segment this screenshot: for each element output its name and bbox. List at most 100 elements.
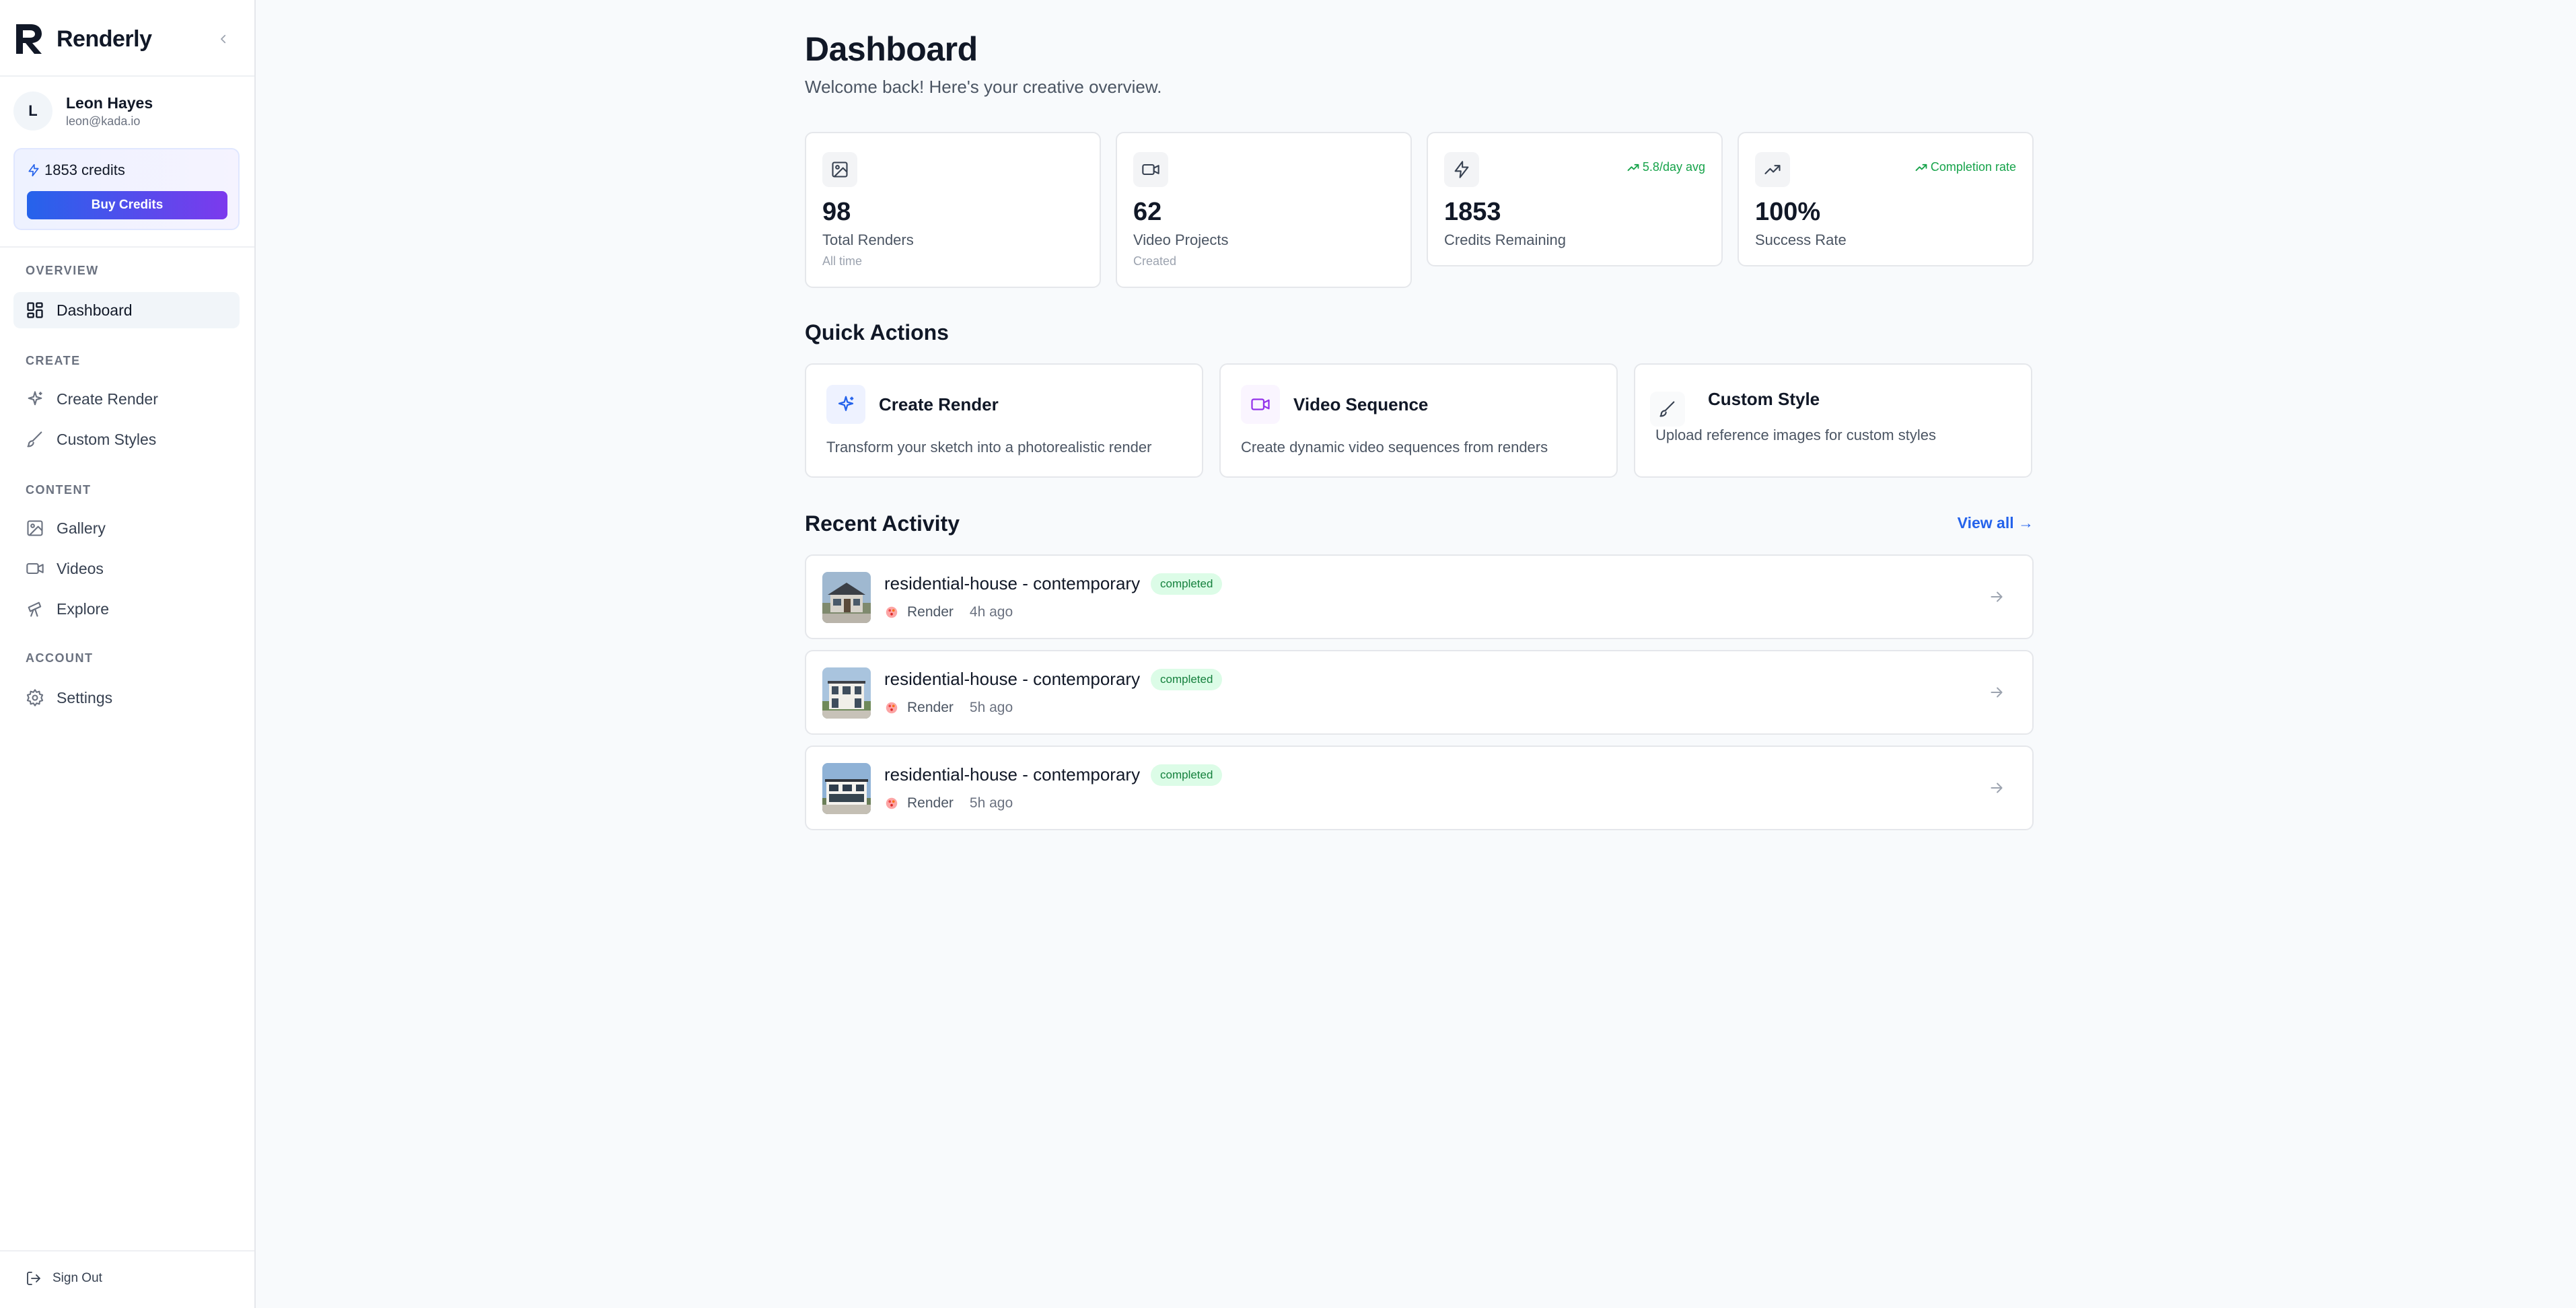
stat-value: 100% xyxy=(1755,198,1821,226)
sidebar-item-create-render[interactable]: Create Render xyxy=(13,381,240,417)
activity-row[interactable]: residential-house - contemporary complet… xyxy=(805,746,2034,830)
brush-icon xyxy=(1659,401,1675,417)
collapse-sidebar-button[interactable] xyxy=(211,27,236,51)
sidebar: Renderly L Leon Hayes leon@kada.io 1853 … xyxy=(0,0,256,1308)
stat-icon xyxy=(1444,152,1479,187)
arrow-right-icon xyxy=(1991,687,2003,698)
activity-row[interactable]: residential-house - contemporary complet… xyxy=(805,650,2034,735)
log-out-icon xyxy=(27,1272,40,1285)
sidebar-item-custom-styles[interactable]: Custom Styles xyxy=(13,421,240,458)
activity-type: Render xyxy=(907,700,954,715)
stat-label: Credits Remaining xyxy=(1444,231,1566,248)
activity-row[interactable]: residential-house - contemporary complet… xyxy=(805,554,2034,639)
activity-title: residential-house - contemporary xyxy=(884,573,1141,593)
stat-card-total-renders: 98 Total Renders All time xyxy=(805,132,1101,288)
house-render-thumbnail xyxy=(822,572,871,623)
stat-icon xyxy=(1755,152,1790,187)
sign-out-button[interactable]: Sign Out xyxy=(13,1265,102,1292)
credits-card: 1853 credits Buy Credits xyxy=(13,148,240,230)
stat-value: 98 xyxy=(822,198,851,226)
nav-section-account: ACCOUNT xyxy=(26,651,94,665)
nav-section-content: CONTENT xyxy=(26,483,92,497)
zap-icon xyxy=(1454,161,1469,178)
stat-icon xyxy=(1133,152,1168,187)
qa-desc: Transform your sketch into a photorealis… xyxy=(826,439,1152,456)
sidebar-item-label: Settings xyxy=(57,688,113,706)
sidebar-item-dashboard[interactable]: Dashboard xyxy=(13,292,240,328)
divider xyxy=(0,1250,254,1251)
stat-label: Total Renders xyxy=(822,231,914,248)
status-badge: completed xyxy=(1151,573,1223,595)
view-all-link[interactable]: View all → xyxy=(1958,514,2034,532)
trending-up-icon xyxy=(1764,165,1781,174)
arrow-right-icon xyxy=(1991,591,2003,602)
sidebar-item-label: Dashboard xyxy=(57,301,133,319)
divider xyxy=(0,75,254,77)
sparkles-icon xyxy=(28,391,42,406)
palette-icon xyxy=(886,797,898,809)
quick-action-custom-style[interactable]: Custom Style Upload reference images for… xyxy=(1634,363,2032,478)
quick-action-create-render[interactable]: Create Render Transform your sketch into… xyxy=(805,363,1203,478)
dashboard-grid-icon xyxy=(27,302,43,318)
stat-trend-label: 5.8/day avg xyxy=(1642,160,1705,174)
status-badge: completed xyxy=(1151,764,1223,786)
user-profile[interactable]: L Leon Hayes leon@kada.io xyxy=(13,92,153,131)
render-thumbnail xyxy=(822,763,871,814)
stat-note: Created xyxy=(1133,254,1177,268)
app-name: Renderly xyxy=(57,26,152,52)
stat-label: Video Projects xyxy=(1133,231,1229,248)
activity-time: 5h ago xyxy=(969,795,1013,811)
stat-label: Success Rate xyxy=(1755,231,1847,248)
stat-value: 62 xyxy=(1133,198,1162,226)
credits-count: 1853 credits xyxy=(44,161,125,178)
render-thumbnail xyxy=(822,572,871,623)
arrow-right-icon xyxy=(1991,783,2003,793)
activity-time: 5h ago xyxy=(969,700,1013,715)
activity-time: 4h ago xyxy=(969,604,1013,620)
image-icon xyxy=(27,520,43,536)
nav-section-create: CREATE xyxy=(26,354,81,367)
sidebar-item-label: Gallery xyxy=(57,519,106,537)
sign-out-label: Sign Out xyxy=(52,1271,102,1285)
qa-title: Custom Style xyxy=(1708,389,1820,409)
stat-card-success-rate: Completion rate 100% Success Rate xyxy=(1738,132,2034,266)
stat-value: 1853 xyxy=(1444,198,1501,226)
user-name: Leon Hayes xyxy=(66,94,153,112)
activity-type: Render xyxy=(907,604,954,620)
qa-desc: Create dynamic video sequences from rend… xyxy=(1241,439,1548,456)
sidebar-item-label: Create Render xyxy=(57,390,158,408)
activity-title: residential-house - contemporary xyxy=(884,764,1141,785)
stat-icon xyxy=(822,152,857,187)
quick-action-video-sequence[interactable]: Video Sequence Create dynamic video sequ… xyxy=(1219,363,1618,478)
buy-credits-button[interactable]: Buy Credits xyxy=(27,191,227,219)
qa-title: Video Sequence xyxy=(1293,394,1429,414)
recent-activity-title: Recent Activity xyxy=(805,511,960,536)
image-icon xyxy=(832,161,848,178)
video-icon xyxy=(1251,398,1270,410)
gear-icon xyxy=(26,689,44,706)
brand[interactable]: Renderly xyxy=(13,20,236,58)
render-thumbnail xyxy=(822,667,871,719)
divider xyxy=(0,246,254,248)
avatar: L xyxy=(13,92,52,131)
sidebar-item-label: Videos xyxy=(57,559,104,577)
sparkles-icon xyxy=(838,396,854,411)
stat-trend: 5.8/day avg xyxy=(1626,160,1705,174)
sidebar-item-explore[interactable]: Explore xyxy=(13,591,240,627)
sidebar-item-settings[interactable]: Settings xyxy=(13,680,240,716)
telescope-icon xyxy=(28,602,42,617)
qa-title: Create Render xyxy=(879,394,999,414)
video-icon xyxy=(26,562,44,575)
sidebar-item-gallery[interactable]: Gallery xyxy=(13,510,240,546)
sidebar-item-label: Custom Styles xyxy=(57,430,157,448)
chevron-left-icon xyxy=(221,34,226,44)
zap-icon xyxy=(28,164,39,177)
palette-icon xyxy=(886,702,898,714)
qa-icon xyxy=(826,385,865,424)
page-subtitle: Welcome back! Here's your creative overv… xyxy=(805,77,1162,97)
house-render-thumbnail xyxy=(822,667,871,719)
quick-actions-title: Quick Actions xyxy=(805,320,949,344)
stat-card-credits-remaining: 5.8/day avg 1853 Credits Remaining xyxy=(1427,132,1723,266)
sidebar-item-label: Explore xyxy=(57,600,109,618)
sidebar-item-videos[interactable]: Videos xyxy=(13,550,240,587)
